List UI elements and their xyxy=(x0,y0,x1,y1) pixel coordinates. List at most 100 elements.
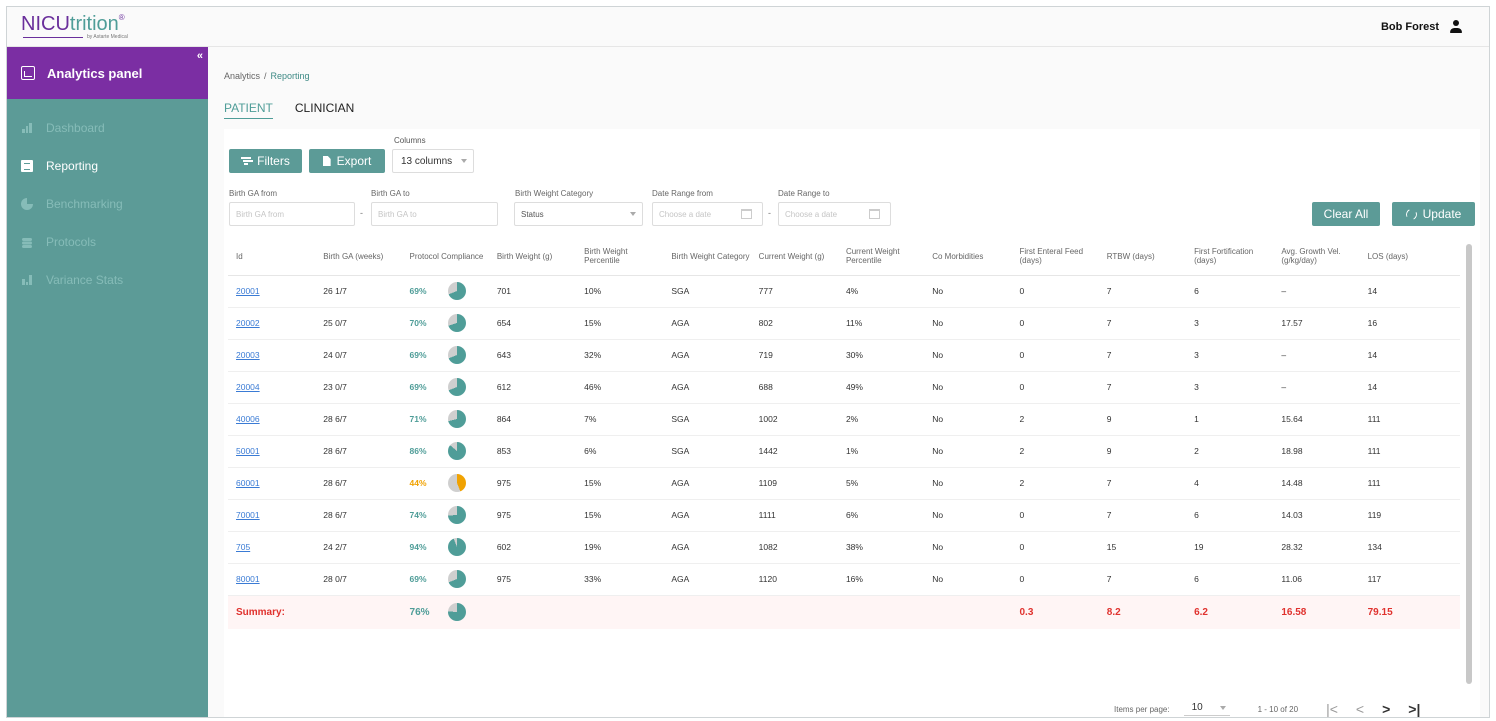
table-row[interactable]: 20002 25 0/7 70% 654 15% AGA 802 11% No 0 7 3 17.57 1… xyxy=(228,307,1460,340)
sidebar-item-benchmarking[interactable]: Benchmarking xyxy=(7,185,208,223)
calendar-icon[interactable] xyxy=(869,209,880,219)
table-row[interactable]: 20004 23 0/7 69% 612 46% AGA 688 49% No 0 7 3–14 xyxy=(228,371,1460,404)
sidebar-item-protocols[interactable]: Protocols xyxy=(7,223,208,261)
date-range-from-input[interactable]: Choose a date xyxy=(652,202,763,226)
compliance-pie-icon xyxy=(447,378,466,396)
date-range-to-input[interactable]: Choose a date xyxy=(778,202,891,226)
table-row[interactable]: 20003 24 0/7 69% 643 32% AGA 719 30% No 0 7 3–14 xyxy=(228,339,1460,372)
column-header[interactable]: RTBW (days) xyxy=(1098,239,1187,276)
summary-label: Summary: xyxy=(228,595,316,629)
birth-weight-percentile-cell: 10% xyxy=(576,275,664,308)
compliance-pie-icon xyxy=(447,506,466,524)
column-header[interactable]: Id xyxy=(228,239,316,276)
protocol-compliance-cell: 94% xyxy=(401,531,489,564)
column-header[interactable]: Birth Weight Percentile xyxy=(576,239,664,276)
column-header[interactable]: Co Morbidities xyxy=(924,239,1012,276)
birth-ga-to-input[interactable]: Birth GA to xyxy=(371,202,498,226)
current-weight-percentile-cell: 4% xyxy=(837,275,925,308)
birth-weight-category-cell: AGA xyxy=(663,371,751,404)
table-row[interactable]: 705 24 2/7 94% 602 19% AGA 1082 38% No 0 15 19 28.32… xyxy=(228,531,1460,564)
column-header[interactable]: Protocol Compliance xyxy=(401,239,489,276)
first-page-button[interactable]: |< xyxy=(1326,701,1338,717)
clear-all-button[interactable]: Clear All xyxy=(1312,202,1380,226)
app-frame: NICUtrition® by Astarte Medical Bob Fore… xyxy=(6,6,1490,718)
sidebar-item-reporting[interactable]: Reporting xyxy=(7,147,208,185)
patient-id-link[interactable]: 40006 xyxy=(228,403,316,436)
logo-byline: by Astarte Medical xyxy=(87,34,128,40)
birth-ga-from-input[interactable]: Birth GA from xyxy=(229,202,355,226)
sidebar-item-dashboard[interactable]: Dashboard xyxy=(7,109,208,147)
column-header[interactable]: Current Weight (g) xyxy=(750,239,838,276)
birth-weight-percentile-cell: 46% xyxy=(576,371,664,404)
column-header[interactable]: Avg. Growth Vel. (g/kg/day) xyxy=(1273,239,1360,276)
current-weight-percentile-cell: 16% xyxy=(837,563,925,596)
sidebar-analytics-panel[interactable]: Analytics panel « xyxy=(7,47,208,99)
first-enteral-feed-cell: 0 xyxy=(1011,339,1099,372)
user-menu[interactable]: Bob Forest xyxy=(1381,20,1463,34)
last-page-button[interactable]: >| xyxy=(1408,701,1420,717)
patient-id-link[interactable]: 70001 xyxy=(228,499,316,532)
table-row[interactable]: 70001 28 6/7 74% 975 15% AGA 1111 6% No 0 7 6 14.03 1… xyxy=(228,499,1460,532)
table-row[interactable]: 80001 28 0/7 69% 975 33% AGA 1120 16% No 0 7 6 11.06… xyxy=(228,563,1460,596)
breadcrumb-root[interactable]: Analytics xyxy=(224,71,260,81)
birth-weight-cell: 975 xyxy=(488,499,577,532)
table-row[interactable]: 50001 28 6/7 86% 853 6% SGA 1442 1% No 2 9 2 18.98 11… xyxy=(228,435,1460,468)
compliance-pie-icon xyxy=(447,570,466,588)
layers-icon xyxy=(21,236,33,248)
compliance-percent: 71% xyxy=(409,414,427,424)
birth-ga-cell: 25 0/7 xyxy=(315,307,402,340)
birth-ga-cell: 24 2/7 xyxy=(315,531,402,564)
sidebar-item-label: Reporting xyxy=(46,159,99,173)
tab-patient[interactable]: PATIENT xyxy=(224,101,273,119)
patient-id-link[interactable]: 20001 xyxy=(228,275,316,308)
sidebar-item-label: Protocols xyxy=(46,235,97,249)
birth-weight-category-select[interactable]: Status xyxy=(514,202,643,226)
nicutrition-logo[interactable]: NICUtrition® by Astarte Medical xyxy=(21,13,141,43)
column-header[interactable]: First Enteral Feed (days) xyxy=(1011,239,1099,276)
birth-weight-cell: 612 xyxy=(488,371,577,404)
column-header[interactable]: Birth Weight (g) xyxy=(488,239,577,276)
patient-id-link[interactable]: 20002 xyxy=(228,307,316,340)
previous-page-button[interactable]: < xyxy=(1356,701,1364,717)
items-per-page-select[interactable]: 10 xyxy=(1183,702,1230,716)
current-weight-percentile-cell: 49% xyxy=(837,371,925,404)
first-fortification-cell: 4 xyxy=(1186,467,1274,500)
calendar-icon[interactable] xyxy=(741,209,752,219)
protocol-compliance-cell: 69% xyxy=(401,275,489,308)
column-header[interactable]: LOS (days) xyxy=(1359,239,1460,276)
avg-growth-vel-cell: 17.57 xyxy=(1273,307,1360,340)
filters-button[interactable]: Filters xyxy=(229,149,302,173)
birth-weight-cell: 701 xyxy=(488,275,577,308)
collapse-sidebar-icon[interactable]: « xyxy=(197,50,203,62)
patient-id-link[interactable]: 50001 xyxy=(228,435,316,468)
export-button[interactable]: Export xyxy=(309,149,385,173)
table-row[interactable]: 60001 28 6/7 44% 975 15% AGA 1109 5% No 2 7 4 14.48 1… xyxy=(228,467,1460,500)
patient-id-link[interactable]: 80001 xyxy=(228,563,316,596)
report-icon xyxy=(21,160,33,172)
breadcrumb-separator: / xyxy=(264,71,267,81)
patient-id-link[interactable]: 705 xyxy=(228,531,316,564)
birth-weight-percentile-cell: 15% xyxy=(576,467,664,500)
table-row[interactable]: 20001 26 1/7 69% 701 10% SGA 777 4% No 0 7 6–14 xyxy=(228,275,1460,308)
sidebar-item-variance-stats[interactable]: Variance Stats xyxy=(7,261,208,299)
tab-clinician[interactable]: CLINICIAN xyxy=(295,101,354,119)
patient-id-link[interactable]: 60001 xyxy=(228,467,316,500)
export-label: Export xyxy=(336,154,372,168)
column-header[interactable]: First Fortification (days) xyxy=(1186,239,1274,276)
range-dash: - xyxy=(360,208,363,218)
vertical-scrollbar[interactable] xyxy=(1466,244,1472,684)
compliance-pie-icon xyxy=(447,346,466,364)
column-header[interactable]: Birth GA (weeks) xyxy=(315,239,402,276)
patient-id-link[interactable]: 20004 xyxy=(228,371,316,404)
table-row[interactable]: 40006 28 6/7 71% 864 7% SGA 1002 2% No 2 9 1 15.64 11… xyxy=(228,403,1460,436)
column-header[interactable]: Birth Weight Category xyxy=(663,239,751,276)
update-button[interactable]: Update xyxy=(1392,202,1475,226)
user-icon[interactable] xyxy=(1449,20,1463,34)
patient-id-link[interactable]: 20003 xyxy=(228,339,316,372)
summary-empty-cell xyxy=(924,595,1012,629)
compliance-percent: 74% xyxy=(409,510,427,520)
next-page-button[interactable]: > xyxy=(1382,701,1390,717)
columns-select[interactable]: 13 columns xyxy=(392,149,474,173)
birth-weight-percentile-cell: 6% xyxy=(576,435,664,468)
column-header[interactable]: Current Weight Percentile xyxy=(837,239,925,276)
